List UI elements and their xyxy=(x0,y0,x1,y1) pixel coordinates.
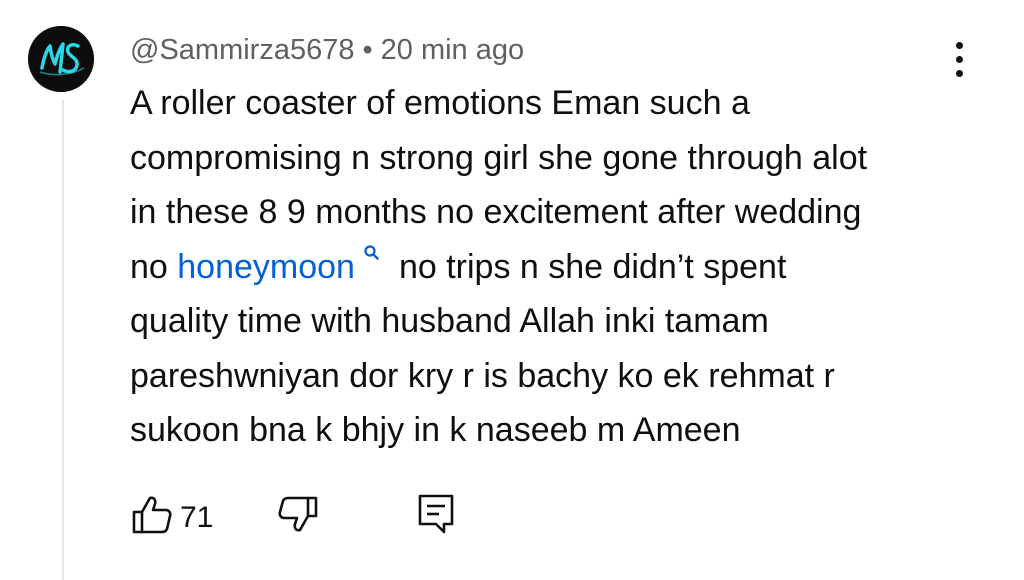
thumbs-down-icon xyxy=(278,496,318,532)
comment-timestamp[interactable]: 20 min ago xyxy=(381,34,525,66)
author-handle[interactable]: @Sammirza5678 xyxy=(130,34,354,66)
search-link-honeymoon[interactable]: honeymoon xyxy=(177,248,355,286)
like-button[interactable] xyxy=(130,492,174,544)
comment-header: @Sammirza5678 • 20 min ago xyxy=(130,30,524,70)
comment-line: no honeymoon no trips n she didn’t spent xyxy=(130,240,990,295)
thumbs-up-icon xyxy=(132,496,172,534)
thread-line xyxy=(62,100,64,580)
avatar[interactable] xyxy=(28,26,94,92)
reply-button[interactable] xyxy=(414,492,458,544)
comment-line: A roller coaster of emotions Eman such a xyxy=(130,84,750,122)
reply-comment-icon xyxy=(418,494,454,534)
like-count: 71 xyxy=(180,501,214,534)
vertical-dots-icon-mid xyxy=(956,56,963,63)
comment-text: A roller coaster of emotions Eman such a… xyxy=(130,76,990,458)
separator-dot: • xyxy=(362,34,373,66)
comment-text-segment: no trips n she didn’t spent xyxy=(398,247,787,286)
comment-line: sukoon bna k bhjy in k naseeb m Ameen xyxy=(130,411,741,449)
comment-line: quality time with husband Allah inki tam… xyxy=(130,302,769,340)
comment-item: @Sammirza5678 • 20 min ago A roller coaste… xyxy=(0,0,1024,580)
search-icon[interactable] xyxy=(363,244,381,266)
comment-line: pareshwniyan dor kry r is bachy ko ek re… xyxy=(130,356,835,395)
vertical-dots-icon xyxy=(956,42,963,49)
dislike-button[interactable] xyxy=(276,492,320,544)
comment-text-segment: no xyxy=(130,247,178,286)
ms-monogram-icon xyxy=(28,26,94,92)
comment-line: in these 8 9 months no excitement after … xyxy=(130,193,862,231)
comment-line: compromising n strong girl she gone thro… xyxy=(130,138,868,177)
